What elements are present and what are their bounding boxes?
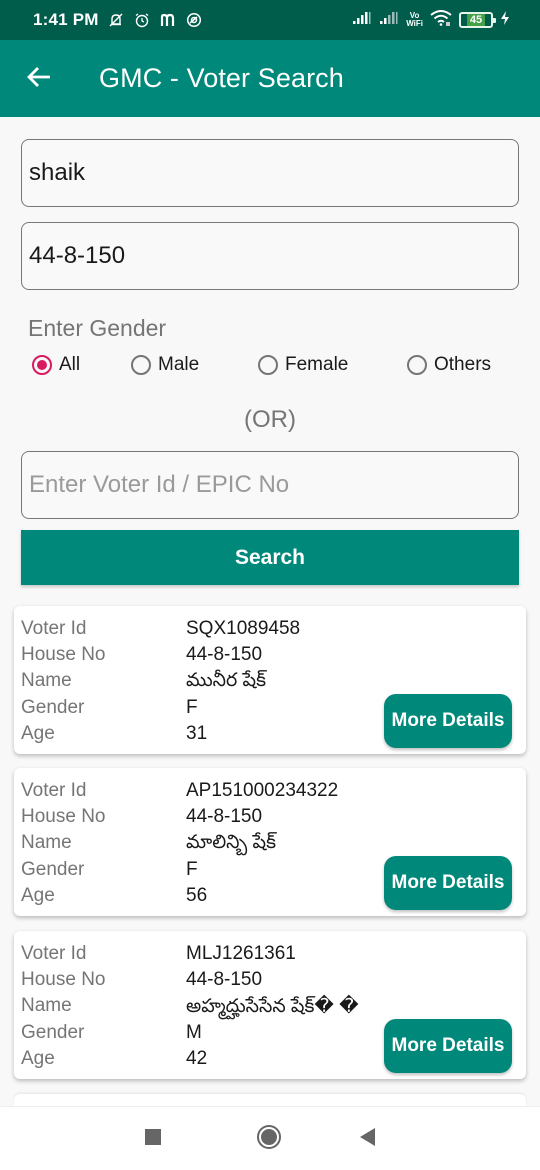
voter-id-label: Voter Id [21, 780, 87, 801]
house-no-value: 44-8-150 [186, 644, 263, 665]
radio-female[interactable]: Female [258, 354, 348, 376]
nav-back-button[interactable] [338, 1107, 398, 1170]
home-icon [256, 1124, 282, 1155]
age-label: Age [21, 723, 55, 744]
result-card: Voter Id SQX1089458 House No 44-8-150 Name… [14, 606, 526, 754]
gender-label: Enter Gender [28, 315, 167, 341]
house-no-label: House No [21, 806, 106, 827]
age-value: 56 [186, 885, 208, 906]
signal-icon [352, 11, 372, 30]
radio-label: All [59, 354, 81, 375]
house-no-label: House No [21, 969, 106, 990]
gender-label: Gender [21, 697, 85, 718]
notifications-off-icon [107, 11, 125, 29]
name-label: Name [21, 670, 72, 691]
gender-value: F [186, 859, 198, 880]
voter-id-label: Voter Id [21, 618, 87, 639]
recents-button[interactable] [123, 1107, 183, 1170]
house-no-value: 44-8-150 [186, 969, 263, 990]
radio-unchecked-icon [258, 355, 278, 375]
more-details-button[interactable]: More Details [384, 856, 512, 910]
search-button[interactable]: Search [21, 530, 519, 585]
back-button[interactable] [22, 62, 56, 96]
name-value: అహ్మద్హుసేసేన షేక్� � [186, 996, 359, 1017]
result-card: Voter Id AP151000234322 House No 44-8-150 … [14, 768, 526, 916]
charging-icon [500, 10, 510, 31]
gender-label: Gender [21, 859, 85, 880]
app-bar: GMC - Voter Search [0, 40, 540, 117]
status-time: 1:41 PM [33, 10, 99, 29]
status-bar: 1:41 PM Vo WiFi 45 [0, 0, 540, 40]
name-input[interactable] [21, 139, 519, 207]
name-label: Name [21, 995, 72, 1016]
more-details-button[interactable]: More Details [384, 694, 512, 748]
back-icon [359, 1127, 377, 1152]
voter-id-input[interactable] [21, 451, 519, 519]
system-nav-bar [0, 1106, 540, 1170]
home-button[interactable] [239, 1107, 299, 1170]
age-value: 31 [186, 723, 208, 744]
house-no-value: 44-8-150 [186, 806, 263, 827]
house-number-input[interactable] [21, 222, 519, 290]
m-app-icon [159, 11, 177, 29]
radio-label: Male [158, 354, 200, 375]
name-value: మాలిన్బి షేక్ [186, 832, 277, 853]
more-details-button[interactable]: More Details [384, 1019, 512, 1073]
at-sign-icon [185, 11, 203, 29]
radio-label: Female [285, 354, 349, 375]
gender-value: M [186, 1022, 202, 1043]
voter-id-value: SQX1089458 [186, 618, 301, 639]
gender-value: F [186, 697, 198, 718]
gender-label: Gender [21, 1022, 85, 1043]
radio-unchecked-icon [407, 355, 427, 375]
age-value: 42 [186, 1048, 208, 1069]
page-title: GMC - Voter Search [99, 63, 344, 93]
voter-id-label: Voter Id [21, 943, 87, 964]
age-label: Age [21, 885, 55, 906]
radio-male[interactable]: Male [131, 354, 199, 376]
or-separator: (OR) [244, 406, 296, 433]
battery-level: 45 [466, 14, 486, 26]
voter-id-value: MLJ1261361 [186, 943, 296, 964]
voter-id-value: AP151000234322 [186, 780, 339, 801]
radio-unchecked-icon [131, 355, 151, 375]
result-card-partial [14, 1094, 526, 1106]
wifi-icon [430, 9, 452, 31]
vowifi-icon: Vo WiFi [406, 12, 423, 28]
battery-icon: 45 [459, 12, 496, 28]
radio-all[interactable]: All [32, 354, 80, 376]
house-no-label: House No [21, 644, 106, 665]
radio-others[interactable]: Others [407, 354, 491, 376]
name-label: Name [21, 832, 72, 853]
age-label: Age [21, 1048, 55, 1069]
arrow-back-icon [26, 64, 52, 95]
vowifi-bottom: WiFi [406, 19, 423, 28]
recents-icon [144, 1128, 162, 1151]
radio-checked-icon [32, 355, 52, 375]
radio-label: Others [434, 354, 492, 375]
signal-icon-2 [379, 11, 399, 30]
alarm-icon [133, 11, 151, 29]
result-card: Voter Id MLJ1261361 House No 44-8-150 Name… [14, 931, 526, 1079]
name-value: మునీర షేక్ [186, 670, 267, 691]
gender-radio-group: All Male Female Others [0, 354, 540, 382]
